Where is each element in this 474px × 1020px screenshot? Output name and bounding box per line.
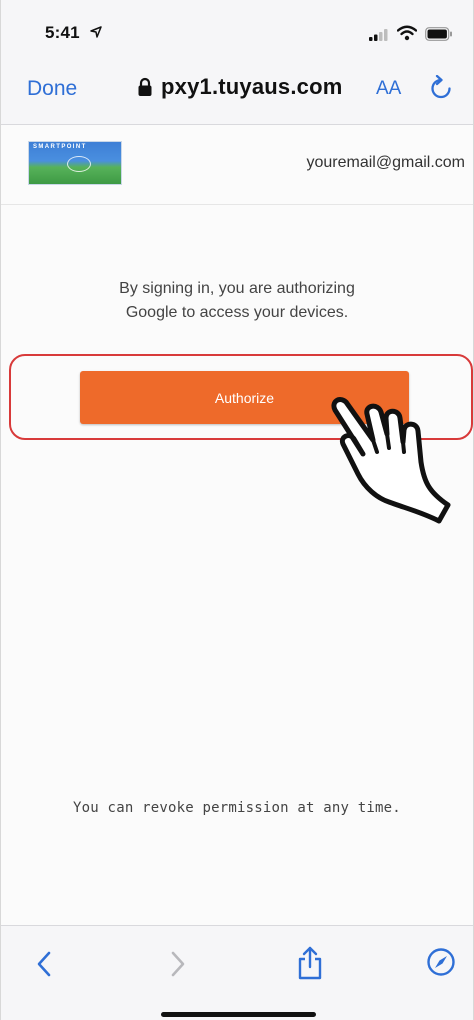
- signal-icon: [369, 29, 388, 41]
- lock-icon: [138, 77, 152, 96]
- wifi-icon: [397, 25, 417, 41]
- location-arrow-icon: [90, 26, 102, 38]
- logo-text: SMARTPOINT: [33, 144, 87, 150]
- compass-icon[interactable]: [426, 947, 456, 977]
- web-content: SMARTPOINT youremail@gmail.com By signin…: [1, 125, 473, 925]
- battery-icon: [425, 27, 452, 41]
- address-bar[interactable]: pxy1.tuyaus.com: [137, 74, 343, 100]
- account-email: youremail@gmail.com: [306, 154, 465, 171]
- done-button[interactable]: Done: [27, 77, 77, 101]
- revoke-message: You can revoke permission at any time.: [73, 800, 401, 816]
- browser-toolbar: [1, 925, 473, 1020]
- status-time: 5:41: [45, 23, 80, 42]
- share-icon[interactable]: [297, 946, 323, 980]
- logo-mark-icon: [67, 156, 91, 172]
- home-indicator[interactable]: [161, 1012, 316, 1017]
- reload-icon[interactable]: [429, 75, 453, 101]
- auth-message-line1: By signing in, you are authorizing: [119, 280, 355, 297]
- auth-message-line2: Google to access your devices.: [125, 304, 349, 321]
- status-bar: 5:41: [1, 0, 473, 58]
- phone-screen: 5:41 Done pxy1.tuyaus.com AA SMARTPOINT …: [0, 0, 474, 1020]
- browser-nav-bar: Done pxy1.tuyaus.com AA: [1, 58, 473, 125]
- page-header: SMARTPOINT youremail@gmail.com: [1, 125, 473, 205]
- text-size-button[interactable]: AA: [376, 78, 401, 100]
- forward-icon[interactable]: [169, 950, 187, 978]
- url-text: pxy1.tuyaus.com: [161, 74, 343, 99]
- brand-logo: SMARTPOINT: [28, 141, 122, 185]
- back-icon[interactable]: [35, 950, 53, 978]
- authorization-message: By signing in, you are authorizing Googl…: [1, 277, 473, 325]
- hand-pointer-icon: [331, 397, 451, 524]
